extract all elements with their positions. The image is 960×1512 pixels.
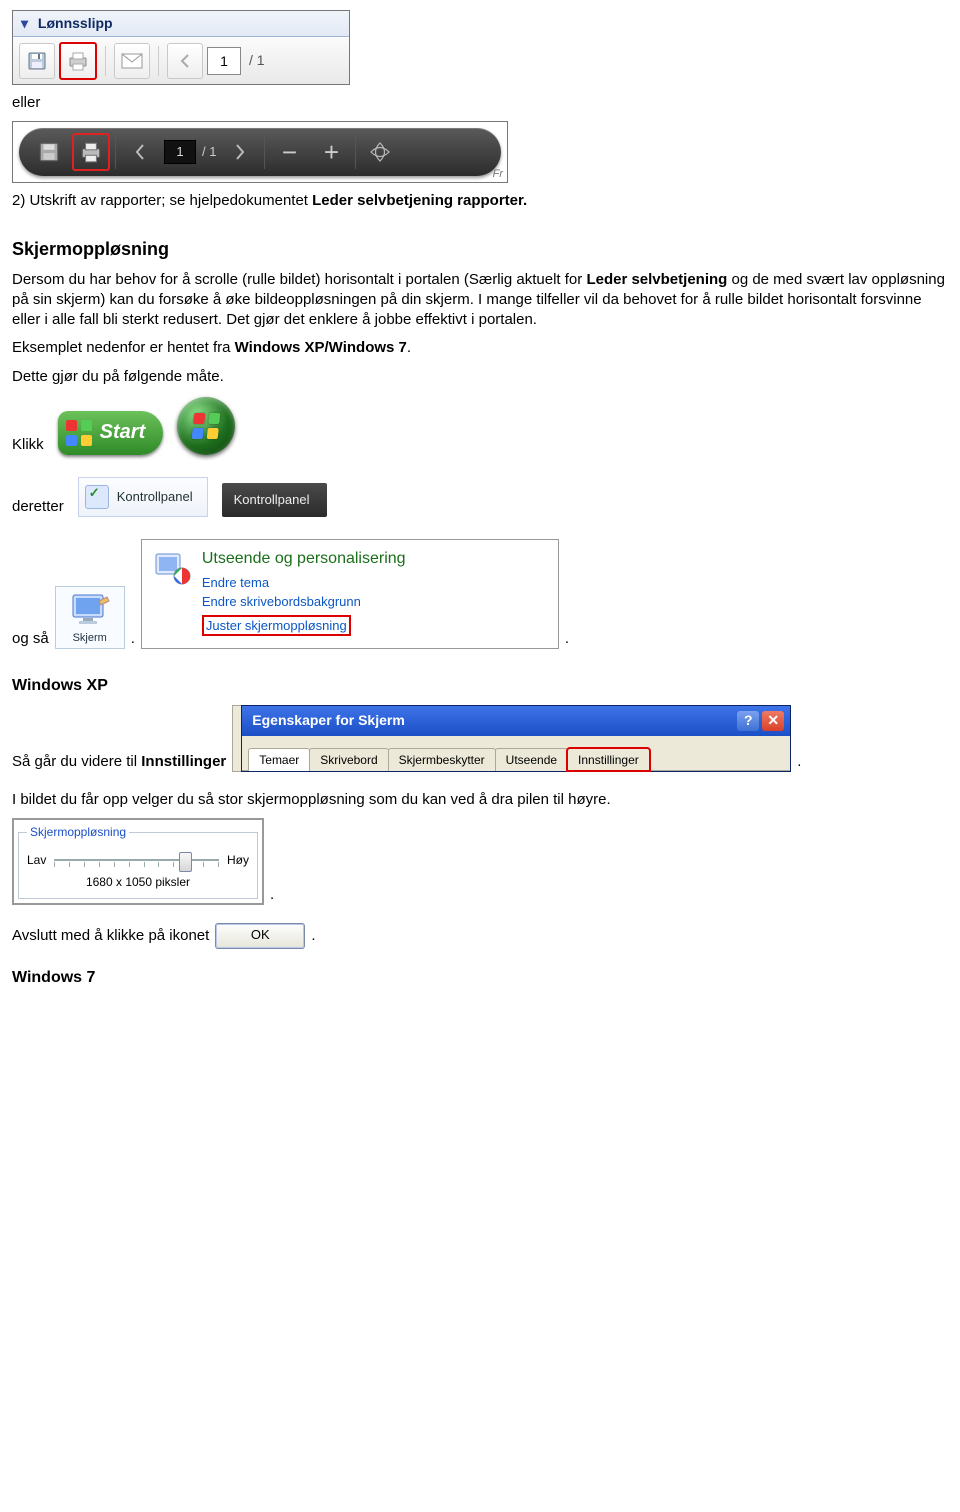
start-orb-vista[interactable] (177, 397, 235, 455)
text-line2: 2) Utskrift av rapporter; se hjelpedokum… (12, 191, 948, 211)
link-juster-opplosning[interactable]: Juster skjermoppløsning (202, 615, 351, 637)
appearance-panel: Utseende og personalisering Endre tema E… (141, 539, 559, 649)
close-icon[interactable]: ✕ (762, 711, 784, 731)
windows-flag-icon (66, 420, 92, 446)
collapse-icon[interactable]: ▾ (21, 15, 28, 31)
label-deretter: deretter (12, 497, 64, 517)
display-icon-xp[interactable]: Skjerm (55, 586, 125, 649)
link-endre-bakgrunn[interactable]: Endre skrivebordsbakgrunn (202, 593, 406, 611)
control-panel-label: Kontrollpanel (234, 491, 310, 509)
page-number-input[interactable] (207, 47, 241, 75)
help-icon[interactable]: ? (737, 711, 759, 731)
mail-icon[interactable] (114, 43, 150, 79)
prev-page-icon[interactable] (122, 134, 158, 170)
dot: . (311, 926, 315, 946)
page-number-input[interactable]: 1 (164, 140, 196, 164)
print-icon[interactable] (59, 42, 97, 80)
page-total: / 1 (202, 143, 216, 161)
dot: . (131, 629, 135, 649)
save-icon[interactable] (19, 43, 55, 79)
tab-bar: Temaer Skrivebord Skjermbeskytter Utseen… (242, 736, 790, 771)
resolution-groupbox: Skjermoppløsning Lav Høy 1680 x 1050 pik… (12, 818, 264, 905)
heading-windows-xp: Windows XP (12, 675, 948, 697)
label-klikk: Klikk (12, 435, 44, 455)
text-para2: Eksemplet nedenfor er hentet fra Windows… (12, 338, 948, 358)
prev-page-icon[interactable] (167, 43, 203, 79)
start-button-xp[interactable]: Start (58, 411, 164, 455)
label-og-sa: og så (12, 629, 49, 649)
footnote: Fr (493, 167, 503, 182)
dot: . (565, 629, 569, 649)
tab-utseende[interactable]: Utseende (495, 748, 568, 771)
tab-skrivebord[interactable]: Skrivebord (309, 748, 388, 771)
text-xp-goto: Så går du videre til Innstillinger (12, 752, 226, 772)
separator (105, 46, 106, 76)
windows-flag-icon (192, 413, 221, 439)
tab-temaer[interactable]: Temaer (248, 748, 310, 771)
window-edge (232, 705, 241, 772)
pdf-toolbar-dark: 1 / 1 − + Fr (12, 121, 508, 183)
page-total: / 1 (249, 51, 265, 70)
text-eller: eller (12, 93, 948, 113)
appearance-icon (152, 548, 192, 588)
dot: . (797, 752, 801, 772)
label-low: Lav (27, 852, 46, 868)
label-high: Høy (227, 852, 249, 868)
print-icon[interactable] (73, 134, 109, 170)
display-label: Skjerm (73, 632, 107, 644)
text-xp-after: I bildet du får opp velger du så stor sk… (12, 790, 948, 810)
dot: . (270, 885, 274, 905)
tab-innstillinger[interactable]: Innstillinger (567, 748, 650, 771)
next-page-icon[interactable] (222, 134, 258, 170)
separator (355, 135, 356, 169)
acrobat-icon[interactable] (362, 134, 398, 170)
link-endre-tema[interactable]: Endre tema (202, 574, 406, 592)
resolution-slider[interactable] (54, 850, 219, 870)
save-icon[interactable] (31, 134, 67, 170)
control-panel-icon (85, 485, 109, 509)
display-properties-window: Egenskaper for Skjerm ? ✕ Temaer Skriveb… (241, 705, 791, 772)
ok-button[interactable]: OK (215, 923, 305, 949)
zoom-out-icon[interactable]: − (271, 134, 307, 170)
tab-skjermbeskytter[interactable]: Skjermbeskytter (388, 748, 496, 771)
start-label: Start (100, 419, 146, 446)
text-para3: Dette gjør du på følgende måte. (12, 367, 948, 387)
zoom-in-icon[interactable]: + (313, 134, 349, 170)
separator (158, 46, 159, 76)
resolution-legend: Skjermoppløsning (27, 824, 129, 840)
text-para1: Dersom du har behov for å scrolle (rulle… (12, 270, 948, 331)
control-panel-xp[interactable]: Kontrollpanel (78, 477, 208, 517)
slider-thumb[interactable] (179, 852, 192, 872)
heading-windows-7: Windows 7 (12, 967, 948, 989)
pdf-toolbar-light: ▾ Lønnsslipp / 1 (12, 10, 350, 85)
resolution-value: 1680 x 1050 piksler (27, 874, 249, 890)
heading-skjermopplosning: Skjermoppløsning (12, 237, 948, 261)
window-title: Egenskaper for Skjerm (252, 711, 405, 730)
separator (264, 135, 265, 169)
control-panel-7[interactable]: Kontrollpanel (222, 483, 328, 517)
panel-title: ▾ Lønnsslipp (13, 11, 349, 37)
panel-title-text: Lønnsslipp (38, 15, 113, 31)
text-avslutt: Avslutt med å klikke på ikonet (12, 926, 209, 946)
separator (115, 135, 116, 169)
appearance-heading: Utseende og personalisering (202, 548, 406, 570)
control-panel-label: Kontrollpanel (117, 488, 193, 506)
